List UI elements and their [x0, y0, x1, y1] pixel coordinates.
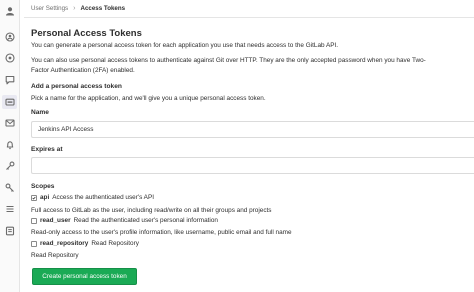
breadcrumb-access-tokens[interactable]: Access Tokens: [80, 5, 125, 12]
intro-text: You can generate a personal access token…: [31, 42, 339, 49]
breadcrumb-separator: ›: [73, 5, 76, 12]
scope-read-repository-detail: Read Repository: [31, 252, 79, 259]
intro-text-2fa-line-1: You can also use personal access tokens …: [31, 57, 426, 64]
create-token-button[interactable]: Create personal access token: [32, 268, 137, 285]
scope-read-user-name[interactable]: read_user: [40, 217, 71, 224]
scope-read-user-desc: Read the authenticated user's personal i…: [73, 217, 218, 224]
name-label: Name: [31, 109, 49, 116]
scope-read-user-checkbox[interactable]: [31, 217, 37, 224]
preferences-icon[interactable]: [4, 203, 16, 215]
scope-read-repository-name[interactable]: read_repository: [40, 240, 88, 247]
add-token-heading: Add a personal access token: [31, 83, 122, 90]
expires-at-input[interactable]: [31, 157, 474, 174]
scope-read-repository-desc: Read Repository: [91, 240, 139, 247]
ssh-key-icon[interactable]: [4, 160, 16, 172]
scope-api-name[interactable]: api: [40, 194, 49, 201]
scope-api-detail: Full access to GitLab as the user, inclu…: [31, 207, 272, 214]
avatar-icon[interactable]: [4, 5, 16, 17]
scope-api-checkbox[interactable]: [31, 194, 37, 201]
scope-api[interactable]: api Access the authenticated user's API: [31, 194, 154, 201]
checkmark-icon: [32, 196, 36, 200]
breadcrumb-user-settings[interactable]: User Settings: [31, 5, 68, 12]
notifications-icon[interactable]: [4, 139, 16, 151]
expires-at-label: Expires at: [31, 146, 63, 153]
account-icon[interactable]: [4, 52, 16, 64]
scopes-label: Scopes: [31, 183, 55, 190]
settings-sidebar: [0, 0, 20, 292]
breadcrumb-divider: [24, 17, 474, 18]
scope-api-desc: Access the authenticated user's API: [52, 194, 154, 201]
breadcrumb: User Settings › Access Tokens: [31, 3, 125, 14]
profile-icon[interactable]: [4, 31, 16, 43]
email-icon[interactable]: [4, 117, 16, 129]
page-title: Personal Access Tokens: [31, 28, 142, 39]
scope-read-user[interactable]: read_user Read the authenticated user's …: [31, 217, 218, 224]
scope-read-repository-checkbox[interactable]: [31, 240, 37, 247]
active-sessions-icon[interactable]: [4, 225, 16, 237]
token-name-input[interactable]: [31, 121, 474, 138]
comment-icon[interactable]: [4, 74, 16, 86]
gpg-key-icon[interactable]: [4, 182, 16, 194]
access-tokens-icon[interactable]: [2, 95, 17, 109]
scope-read-user-detail: Read-only access to the user's profile i…: [31, 229, 292, 236]
add-token-help: Pick a name for the application, and we'…: [31, 95, 266, 102]
intro-text-2fa-line-2: Factor Authentication (2FA) enabled.: [31, 67, 135, 74]
scope-read-repository[interactable]: read_repository Read Repository: [31, 240, 139, 247]
